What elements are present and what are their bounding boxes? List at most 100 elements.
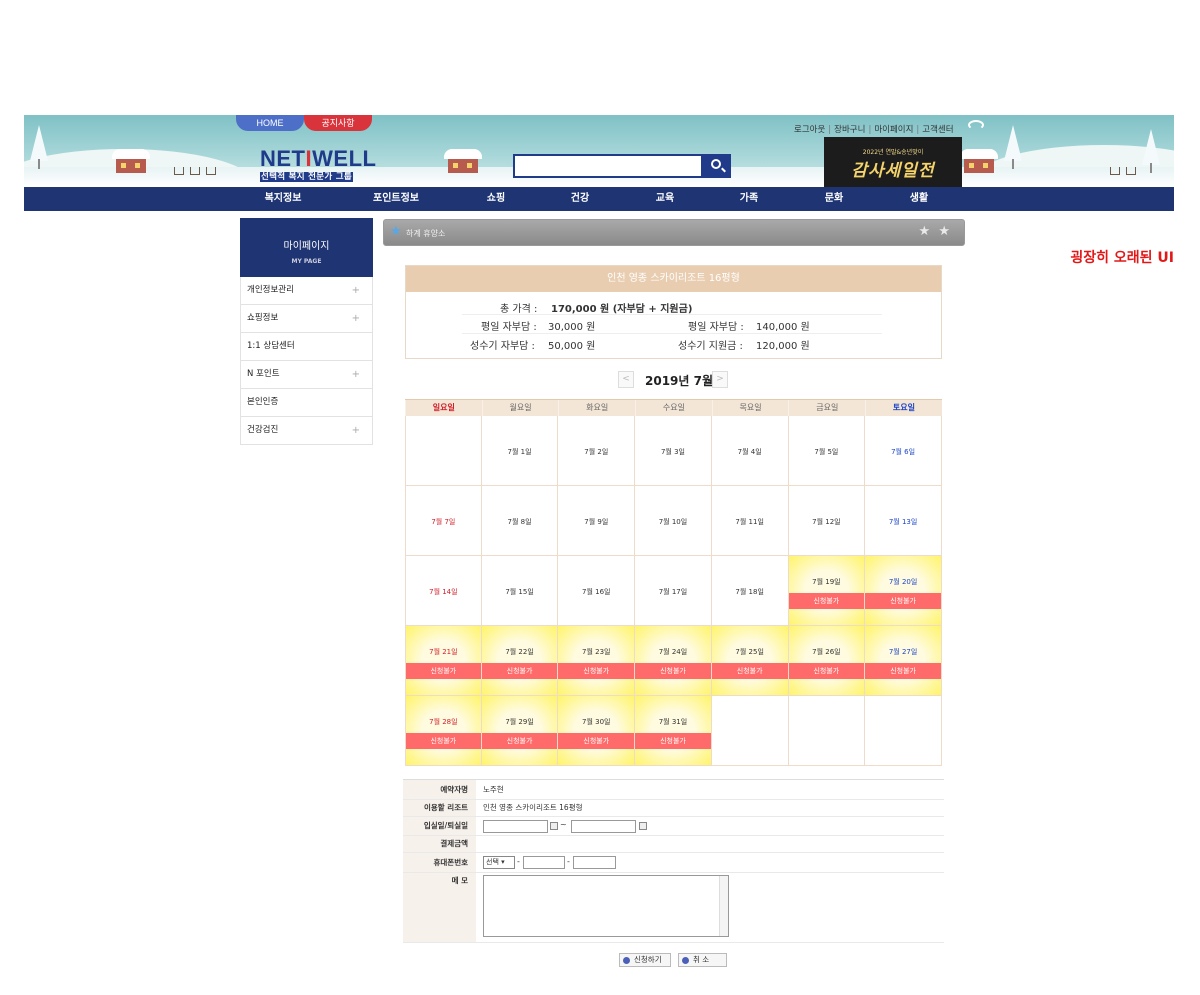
unavailable-badge: 신청불가	[406, 733, 481, 749]
unavailable-badge: 신청불가	[635, 733, 711, 749]
calendar-day-cell[interactable]: 7월 21일 신청불가	[405, 626, 482, 696]
site-logo[interactable]: NETIWELL 선택적 복지 전문가 그룹	[260, 148, 376, 182]
weekday-wednesday: 수요일	[635, 400, 712, 416]
reservation-calendar: 일요일 월요일 화요일 수요일 목요일 금요일 토요일 7월 1일 7월 2일 7월…	[405, 399, 942, 766]
cancel-button[interactable]: 취 소	[678, 953, 727, 967]
weekday-friday: 금요일	[788, 400, 865, 416]
unavailable-badge: 신청불가	[788, 663, 865, 679]
calendar-day-cell[interactable]: 7월 16일	[558, 556, 636, 626]
nav-culture[interactable]: 문화	[802, 187, 866, 211]
customer-center-link[interactable]: 고객센터	[922, 125, 953, 135]
sale-banner-caption: 2022년 연말&송년맞이	[862, 149, 924, 156]
calendar-day-label: 7월 23일	[582, 648, 611, 656]
calendar-day-label: 7월 22일	[505, 648, 534, 656]
memo-scrollbar[interactable]	[719, 876, 728, 936]
sale-banner[interactable]: 2022년 연말&송년맞이 감사세일전	[824, 137, 962, 187]
phone-last-input[interactable]	[573, 856, 616, 869]
calendar-day-cell[interactable]: 7월 29일 신청불가	[481, 696, 559, 766]
sidebar-item-n-point[interactable]: N 포인트 +	[240, 361, 373, 389]
search-input[interactable]	[513, 154, 703, 178]
calendar-icon[interactable]	[550, 822, 558, 830]
calendar-day-cell[interactable]: 7월 4일	[711, 416, 789, 486]
calendar-day-cell[interactable]: 7월 30일 신청불가	[558, 696, 636, 766]
calendar-weekday-header: 일요일 월요일 화요일 수요일 목요일 금요일 토요일	[405, 399, 942, 416]
calendar-day-cell[interactable]: 7월 24일 신청불가	[635, 626, 712, 696]
calendar-day-cell[interactable]: 7월 8일	[481, 486, 559, 556]
nav-family[interactable]: 가족	[717, 187, 781, 211]
calendar-day-cell[interactable]: 7월 19일 신청불가	[788, 556, 866, 626]
month-title: 2019년 7월	[645, 374, 714, 388]
memo-textarea[interactable]	[483, 875, 729, 937]
calendar-day-cell[interactable]: 7월 27일신청불가	[865, 626, 942, 696]
deer-icon	[1110, 167, 1120, 175]
calendar-day-label: 7월 15일	[505, 588, 534, 596]
nav-health[interactable]: 건강	[548, 187, 612, 211]
calendar-day-cell[interactable]: 7월 15일	[481, 556, 559, 626]
calendar-day-cell[interactable]: 7월 9일	[558, 486, 636, 556]
nav-point-info[interactable]: 포인트정보	[342, 187, 450, 211]
calendar-day-label: 7월 1일	[507, 448, 532, 456]
phone-mid-input[interactable]	[523, 856, 565, 869]
calendar-day-cell[interactable]: 7월 14일	[405, 556, 482, 626]
checkout-date-input[interactable]	[571, 820, 636, 833]
calendar-day-cell[interactable]: 7월 18일	[711, 556, 789, 626]
calendar-day-cell[interactable]: 7월 2일	[558, 416, 636, 486]
form-row-phone: 휴대폰번호 선택 ▾ - -	[403, 853, 944, 873]
calendar-day-cell[interactable]: 7월 20일 신청불가	[865, 556, 942, 626]
calendar-day-cell[interactable]: 7월 6일	[865, 416, 942, 486]
calendar-day-cell[interactable]: 7월 12일	[788, 486, 866, 556]
sidebar-item-personal-info[interactable]: 개인정보관리 +	[240, 277, 373, 305]
calendar-day-cell[interactable]: 7월 3일	[635, 416, 712, 486]
calendar-day-label: 7월 27일	[888, 648, 918, 656]
calendar-day-cell[interactable]: 7월 7일	[405, 486, 482, 556]
unavailable-badge: 신청불가	[865, 663, 941, 679]
calendar-day-cell[interactable]: 7월 23일 신청불가	[558, 626, 636, 696]
calendar-day-cell[interactable]: 7월 22일 신청불가	[481, 626, 559, 696]
calendar-day-cell[interactable]: 7월 26일 신청불가	[788, 626, 866, 696]
notice-tab[interactable]: 공지사항	[304, 115, 372, 131]
peak-support-value: 120,000 원	[756, 341, 810, 352]
prev-month-button[interactable]: <	[618, 371, 634, 388]
logo-wordmark: NETIWELL	[260, 146, 377, 171]
calendar-day-cell[interactable]: 7월 5일	[788, 416, 866, 486]
house-icon	[960, 149, 998, 173]
weekday-support-label: 평일 자부담 :	[688, 322, 744, 333]
calendar-day-label: 7월 6일	[891, 448, 916, 456]
calendar-day-cell[interactable]: 7월 25일 신청불가	[711, 626, 789, 696]
apply-button[interactable]: 신청하기	[619, 953, 671, 967]
sidebar-header: 마이페이지 MY PAGE	[240, 218, 373, 277]
next-month-button[interactable]: >	[712, 371, 728, 388]
nav-shopping[interactable]: 쇼핑	[464, 187, 528, 211]
plus-icon: +	[351, 285, 360, 296]
calendar-day-cell[interactable]: 7월 17일	[635, 556, 712, 626]
logout-link[interactable]: 로그아웃	[794, 125, 825, 135]
phone-prefix-select[interactable]: 선택 ▾	[483, 856, 515, 869]
nav-welfare-info[interactable]: 복지정보	[229, 187, 337, 211]
weekday-thursday: 목요일	[711, 400, 789, 416]
calendar-day-cell[interactable]: 7월 13일	[865, 486, 942, 556]
calendar-icon[interactable]	[639, 822, 647, 830]
cart-link[interactable]: 장바구니	[834, 125, 865, 135]
mypage-link[interactable]: 마이페이지	[874, 125, 913, 135]
calendar-day-cell[interactable]: 7월 11일	[711, 486, 789, 556]
calendar-day-cell[interactable]: 7월 28일 신청불가	[405, 696, 482, 766]
home-tab[interactable]: HOME	[236, 115, 304, 131]
checkin-date-input[interactable]	[483, 820, 548, 833]
search-button[interactable]	[703, 154, 731, 178]
sidebar-item-consult-center[interactable]: 1:1 상담센터	[240, 333, 373, 361]
nav-life[interactable]: 생활	[887, 187, 951, 211]
divider	[462, 333, 882, 334]
sidebar-item-health-check[interactable]: 건강검진 +	[240, 417, 373, 445]
weekday-self-value: 30,000 원	[548, 322, 596, 333]
calendar-day-cell[interactable]: 7월 10일	[635, 486, 712, 556]
nav-education[interactable]: 교육	[633, 187, 697, 211]
form-row-payment: 결제금액	[403, 836, 944, 853]
calendar-day-label: 7월 10일	[658, 518, 688, 526]
calendar-day-cell[interactable]: 7월 1일	[481, 416, 559, 486]
calendar-day-label: 7월 31일	[658, 718, 688, 726]
weekday-sunday: 일요일	[405, 400, 482, 416]
sidebar-item-shopping-info[interactable]: 쇼핑정보 +	[240, 305, 373, 333]
calendar-day-cell[interactable]: 7월 31일신청불가	[635, 696, 712, 766]
section-title: 하계 휴양소	[406, 229, 446, 238]
sidebar-item-verification[interactable]: 본인인증	[240, 389, 373, 417]
